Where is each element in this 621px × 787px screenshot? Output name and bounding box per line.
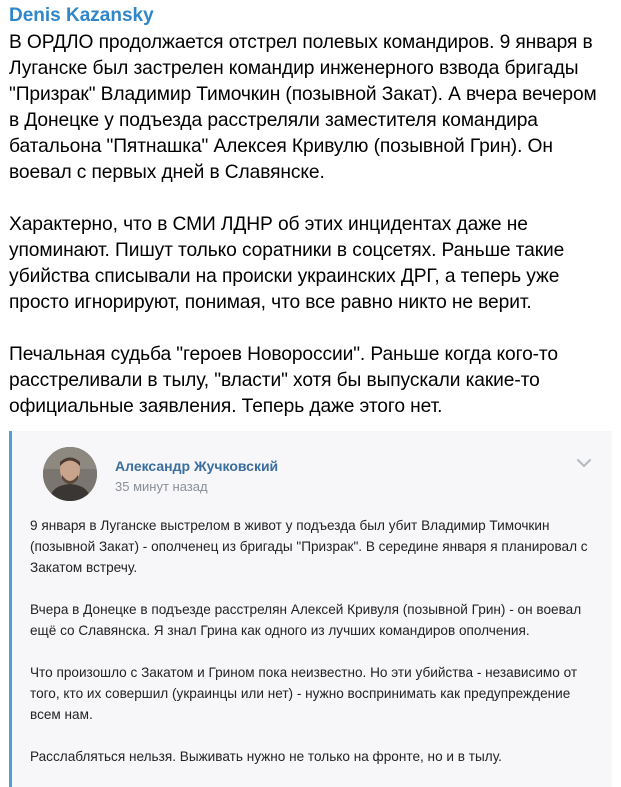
chevron-down-icon[interactable] — [576, 457, 592, 469]
profile-photo-icon — [43, 447, 97, 501]
post-author[interactable]: Denis Kazansky — [9, 4, 611, 28]
quoted-paragraph: Расслабляться нельзя. Выживать нужно не … — [30, 749, 502, 764]
embedded-vk-post[interactable]: Александр Жучковский 35 минут назад 9 ян… — [9, 431, 612, 787]
post-paragraph: В ОРДЛО продолжается отстрел полевых ком… — [9, 32, 597, 183]
quoted-author-name[interactable]: Александр Жучковский — [115, 458, 278, 474]
quoted-paragraph: Вчера в Донецке в подъезде расстрелян Ал… — [30, 602, 582, 638]
quoted-paragraph: 9 января в Луганске выстрелом в живот у … — [30, 518, 588, 575]
quoted-post-body: 9 января в Луганске выстрелом в живот у … — [30, 515, 600, 767]
quoted-post-header: Александр Жучковский 35 минут назад — [12, 431, 612, 511]
post-paragraph: Характерно, что в СМИ ЛДНР об этих инцид… — [9, 214, 565, 313]
quoted-paragraph: Что произошло с Закатом и Грином пока не… — [30, 665, 578, 722]
post-paragraph: Печальная судьба "героев Новороссии". Ра… — [9, 344, 558, 417]
quoted-timestamp[interactable]: 35 минут назад — [115, 479, 208, 494]
post-body: В ОРДЛО продолжается отстрел полевых ком… — [9, 30, 611, 420]
telegram-post: Denis Kazansky В ОРДЛО продолжается отст… — [0, 0, 621, 787]
avatar[interactable] — [43, 447, 97, 501]
